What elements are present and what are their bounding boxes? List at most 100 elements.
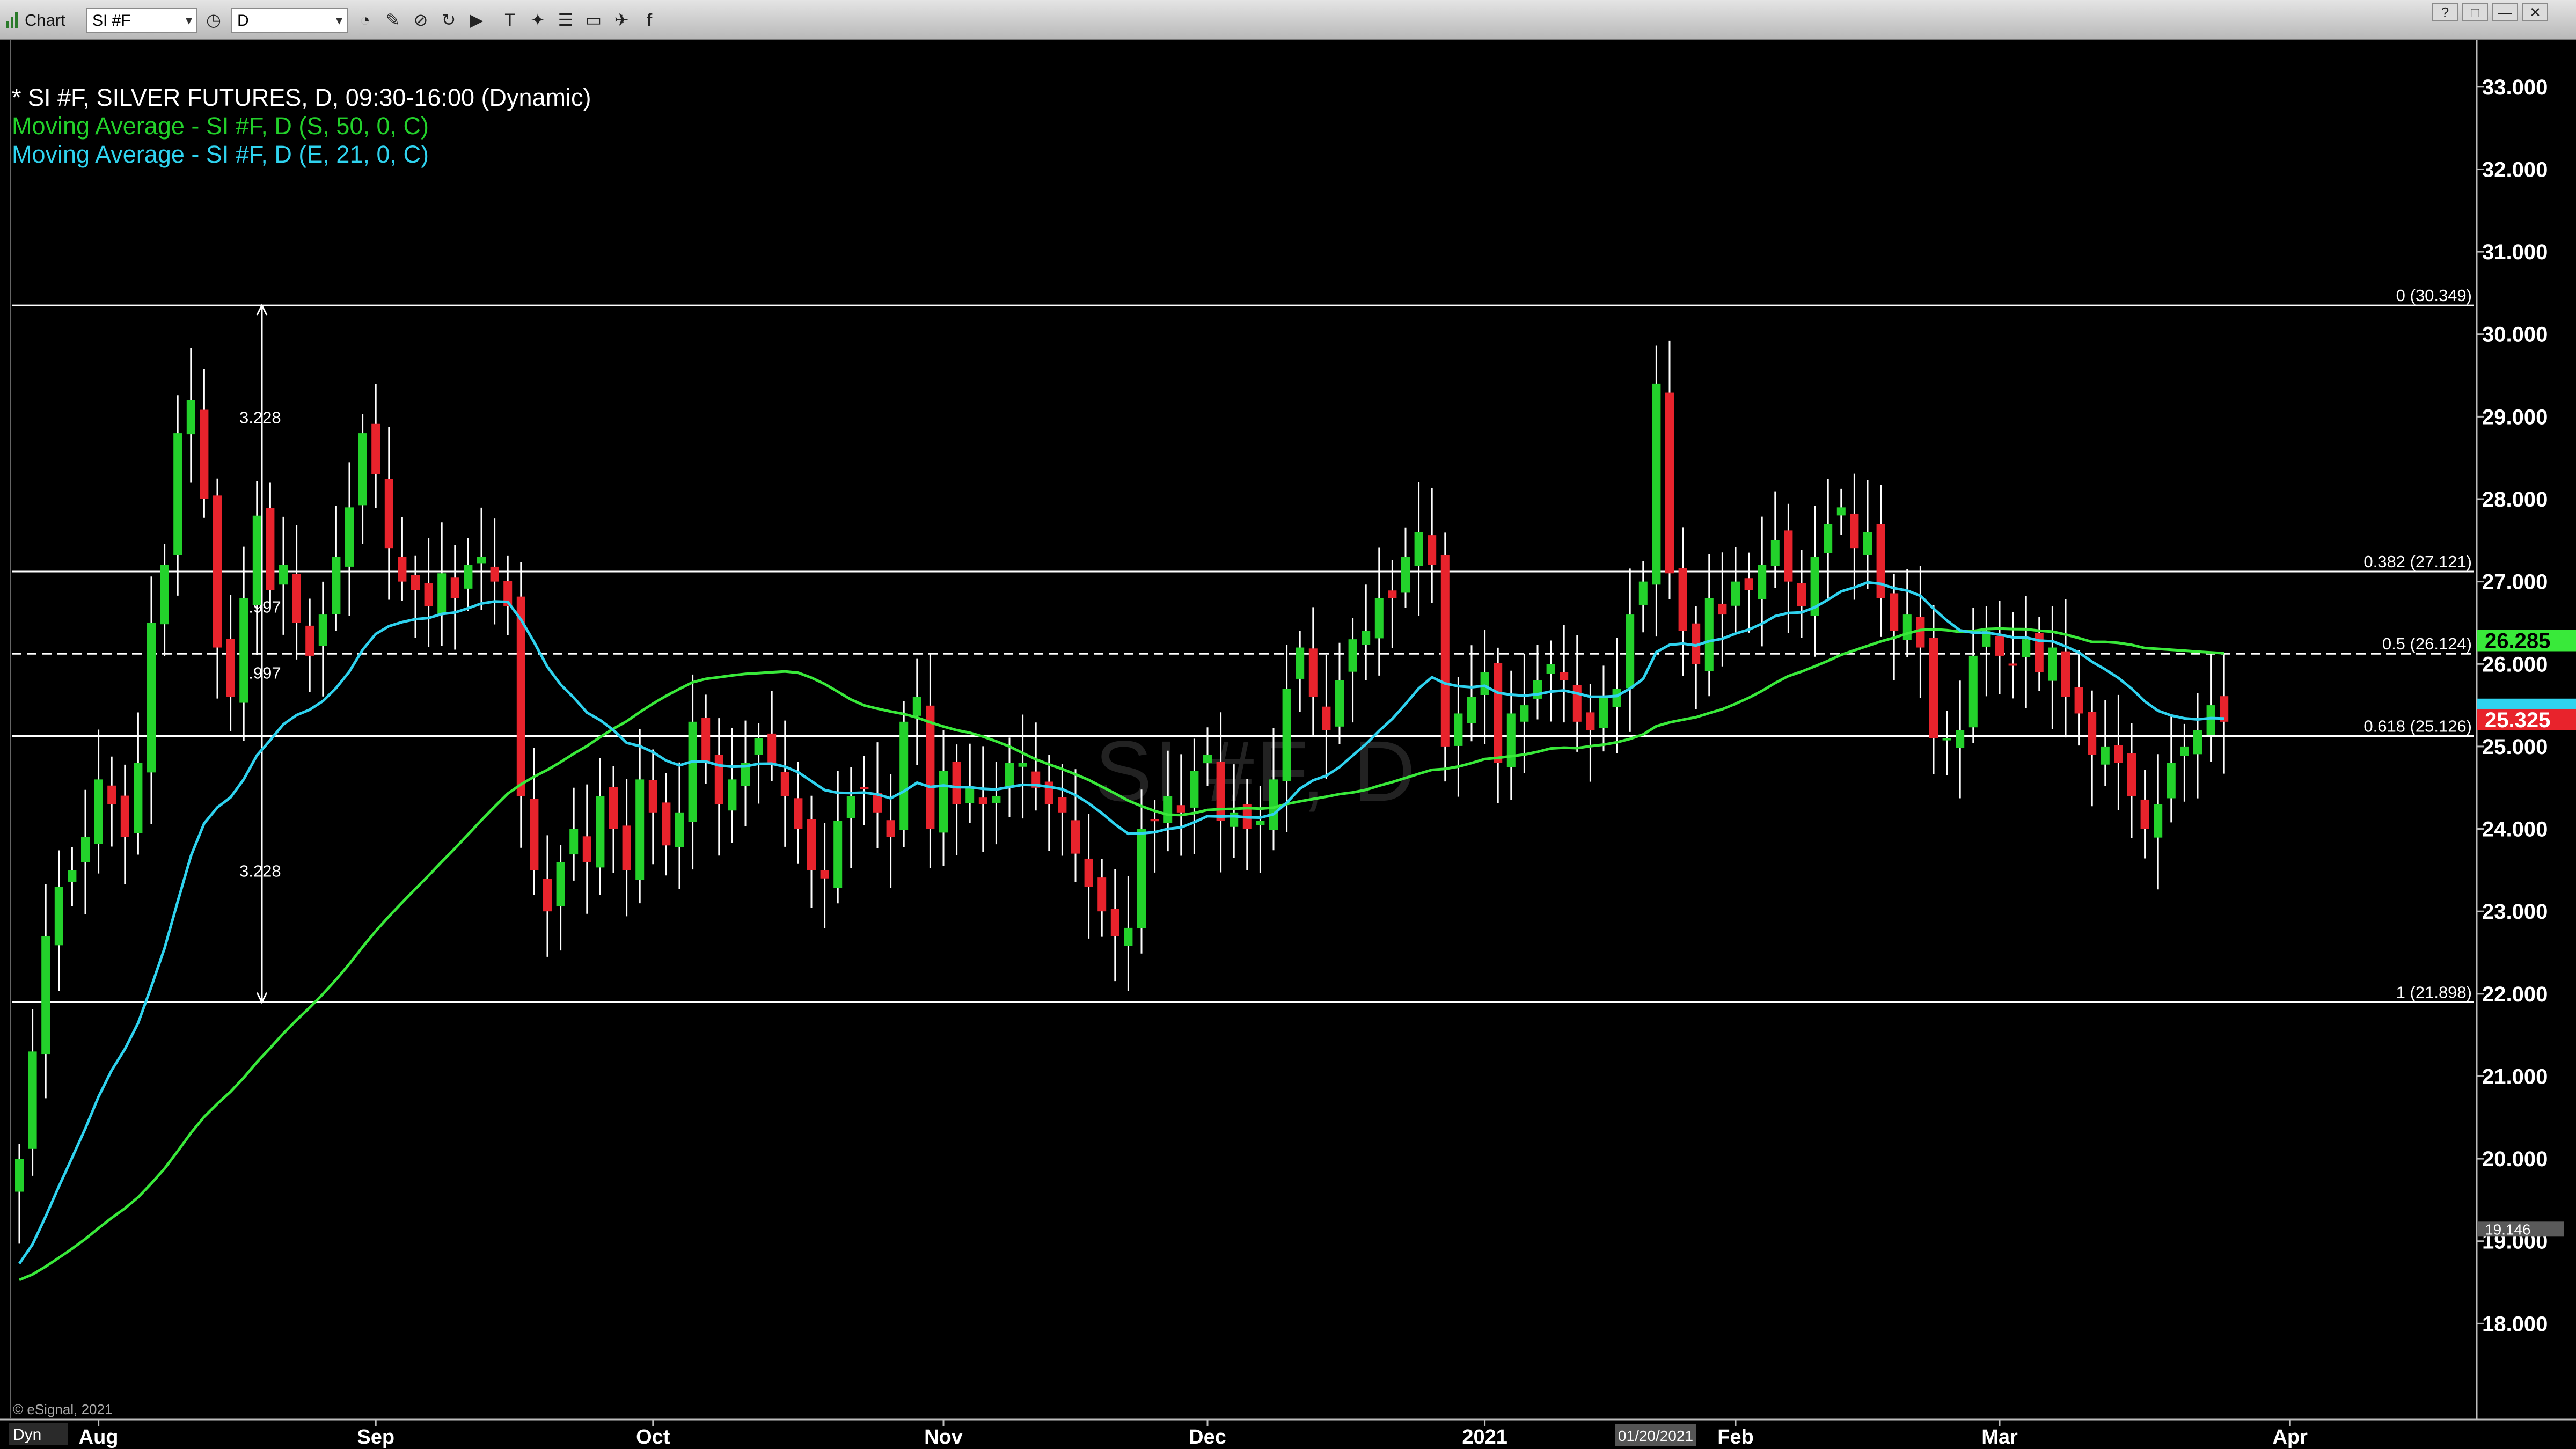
candle-down[interactable]	[1572, 685, 1582, 722]
ema-21-line[interactable]	[18, 581, 2224, 1265]
candlestick-chart[interactable]: 0 (30.349) 0.382 (27.121) 0.5 (26.124) 0.61…	[0, 40, 2576, 1449]
candle-up[interactable]	[846, 796, 855, 818]
candle-down[interactable]	[820, 870, 829, 879]
candle-down[interactable]	[2127, 753, 2136, 796]
candle-up[interactable]	[318, 614, 327, 646]
candle-up[interactable]	[81, 837, 90, 862]
candle-up[interactable]	[1190, 771, 1199, 808]
candle-down[interactable]	[1890, 593, 1899, 631]
legend-sma[interactable]: Moving Average - SI #F, D (S, 50, 0, C)	[12, 112, 591, 140]
candle-down[interactable]	[1876, 524, 1885, 598]
interval-select[interactable]: D ▾	[231, 8, 348, 33]
candle-up[interactable]	[1599, 697, 1608, 728]
candle-down[interactable]	[120, 795, 129, 837]
candle-down[interactable]	[266, 508, 275, 590]
candle-up[interactable]	[2022, 639, 2031, 657]
candle-up[interactable]	[1374, 598, 1384, 639]
candle-up[interactable]	[1902, 614, 1912, 640]
candle-up[interactable]	[1652, 383, 1661, 585]
candle-down[interactable]	[384, 479, 393, 549]
candle-up[interactable]	[28, 1051, 37, 1149]
candle-down[interactable]	[1216, 762, 1225, 821]
candle-up[interactable]	[2101, 746, 2110, 765]
candle-down[interactable]	[1097, 877, 1107, 912]
candle-up[interactable]	[1480, 672, 1489, 695]
candle-up[interactable]	[1124, 927, 1133, 946]
candle-up[interactable]	[279, 565, 288, 585]
candle-up[interactable]	[596, 796, 605, 868]
candle-up[interactable]	[1467, 697, 1476, 723]
candle-down[interactable]	[2074, 687, 2083, 714]
candle-up[interactable]	[2154, 804, 2163, 838]
candle-up[interactable]	[912, 697, 921, 716]
candle-down[interactable]	[1916, 617, 1925, 648]
legend-ema[interactable]: Moving Average - SI #F, D (E, 21, 0, C)	[12, 140, 591, 169]
candle-up[interactable]	[1704, 598, 1714, 671]
candle-up[interactable]	[1626, 614, 1635, 689]
candle-down[interactable]	[780, 772, 789, 796]
candle-up[interactable]	[1956, 730, 1965, 748]
candle-up[interactable]	[688, 721, 697, 822]
refresh-icon[interactable]: ↻	[438, 9, 459, 31]
candle-down[interactable]	[1308, 648, 1318, 697]
candle-down[interactable]	[1929, 638, 1938, 738]
candle-down[interactable]	[424, 583, 433, 606]
candle-up[interactable]	[173, 433, 182, 555]
candle-up[interactable]	[2206, 705, 2215, 735]
candle-up[interactable]	[160, 565, 169, 625]
help-button[interactable]: ?	[2432, 3, 2458, 21]
candle-down[interactable]	[794, 798, 803, 829]
chat-icon[interactable]: ▭	[583, 9, 604, 31]
candle-down[interactable]	[701, 718, 711, 763]
candle-up[interactable]	[345, 507, 354, 567]
candle-down[interactable]	[1110, 909, 1119, 936]
sma-50-line[interactable]	[19, 627, 2224, 1282]
candle-up[interactable]	[1348, 639, 1357, 672]
candle-down[interactable]	[648, 780, 657, 813]
candle-up[interactable]	[1269, 779, 1278, 830]
candle-down[interactable]	[1494, 663, 1503, 763]
candle-up[interactable]	[2048, 647, 2057, 681]
candle-up[interactable]	[186, 400, 195, 435]
tools-icon[interactable]: ✦	[527, 9, 548, 31]
dyn-button[interactable]: Dyn	[13, 1426, 41, 1444]
candle-up[interactable]	[1018, 763, 1027, 767]
candle-up[interactable]	[1968, 655, 1978, 728]
candle-up[interactable]	[1282, 689, 1291, 781]
candle-up[interactable]	[556, 862, 565, 906]
candle-down[interactable]	[1665, 392, 1674, 574]
candle-down[interactable]	[807, 819, 816, 870]
candle-up[interactable]	[464, 565, 473, 589]
candle-down[interactable]	[213, 495, 222, 648]
candle-down[interactable]	[1044, 781, 1053, 804]
candle-down[interactable]	[398, 557, 407, 582]
candle-down[interactable]	[2008, 663, 2017, 666]
candle-down[interactable]	[2088, 712, 2097, 755]
candle-down[interactable]	[1428, 535, 1437, 565]
candle-up[interactable]	[332, 557, 341, 614]
candle-down[interactable]	[371, 423, 380, 474]
candle-up[interactable]	[1836, 507, 1846, 516]
candle-up[interactable]	[1863, 532, 1872, 555]
candle-down[interactable]	[411, 575, 420, 590]
candle-up[interactable]	[992, 796, 1001, 803]
candle-up[interactable]	[939, 771, 948, 833]
candle-up[interactable]	[833, 821, 843, 888]
candle-down[interactable]	[1718, 603, 1727, 615]
candle-down[interactable]	[226, 639, 235, 697]
candle-up[interactable]	[569, 829, 579, 855]
link-icon[interactable]: ⊘	[410, 9, 431, 31]
candle-down[interactable]	[1797, 583, 1806, 606]
candle-up[interactable]	[2180, 746, 2189, 756]
candle-down[interactable]	[1586, 712, 1595, 730]
candle-up[interactable]	[1533, 680, 1542, 699]
candle-down[interactable]	[107, 785, 116, 804]
candle-down[interactable]	[2114, 745, 2123, 763]
candle-up[interactable]	[1824, 524, 1833, 553]
candle-up[interactable]	[1005, 763, 1014, 787]
candle-up[interactable]	[1296, 647, 1305, 679]
candle-down[interactable]	[582, 836, 591, 862]
candle-up[interactable]	[1520, 705, 1529, 722]
candle-down[interactable]	[1071, 820, 1080, 854]
candle-down[interactable]	[200, 409, 209, 499]
